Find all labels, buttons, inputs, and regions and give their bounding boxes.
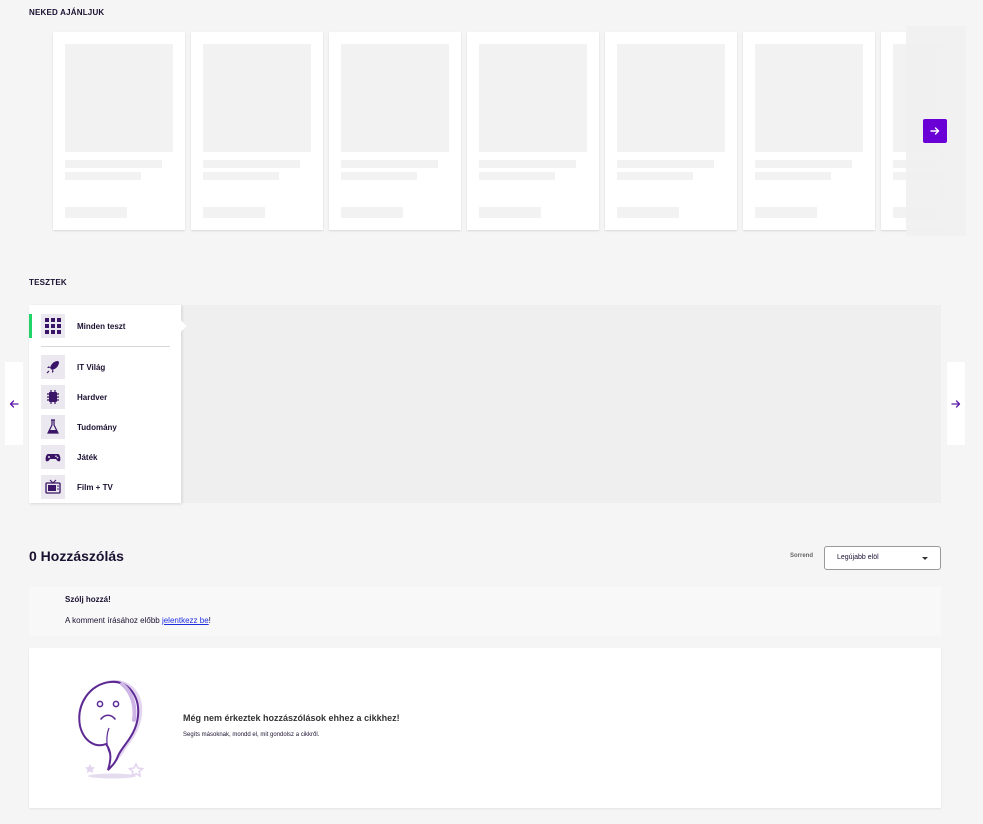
recommendation-card[interactable]	[467, 32, 599, 230]
text-placeholder	[617, 172, 693, 180]
quiz-category-hardver[interactable]: Hardver	[41, 385, 171, 409]
quiz-category-label: Minden teszt	[77, 321, 126, 331]
image-placeholder	[203, 44, 311, 152]
text-placeholder	[617, 160, 714, 168]
gamepad-icon	[41, 445, 65, 469]
tv-icon	[41, 475, 65, 499]
sort-selected-value: Legújabb elöl	[837, 554, 879, 561]
recommendation-card[interactable]	[191, 32, 323, 230]
quiz-category-it-vilag[interactable]: IT Világ	[41, 355, 171, 379]
text-placeholder	[65, 172, 141, 180]
image-placeholder	[65, 44, 173, 152]
text-placeholder	[755, 207, 817, 218]
text-placeholder	[65, 160, 162, 168]
empty-comments-panel: Még nem érkeztek hozzászólások ehhez a c…	[29, 648, 941, 808]
arrow-left-icon	[9, 399, 19, 408]
quiz-category-all[interactable]: Minden teszt	[41, 314, 171, 338]
sort-label: Sorrend	[790, 553, 814, 559]
comments-count-title: 0 Hozzászólás	[29, 548, 124, 564]
image-placeholder	[479, 44, 587, 152]
text-placeholder	[65, 207, 127, 218]
quiz-category-menu: Minden teszt IT Világ Hardver Tudomány J…	[29, 305, 187, 503]
flask-icon	[41, 415, 65, 439]
quiz-next-button[interactable]	[947, 362, 965, 445]
recommendations-title: NEKED AJÁNLJUK	[29, 8, 105, 17]
quiz-category-label: Film + TV	[77, 482, 113, 492]
rocket-icon	[41, 355, 65, 379]
image-placeholder	[617, 44, 725, 152]
chip-icon	[41, 385, 65, 409]
prompt-text-before: A komment írásához előbb	[65, 616, 162, 625]
image-placeholder	[341, 44, 449, 152]
text-placeholder	[341, 207, 403, 218]
arrow-right-icon	[930, 127, 940, 135]
image-placeholder	[755, 44, 863, 152]
empty-comments-title: Még nem érkeztek hozzászólások ehhez a c…	[183, 713, 400, 723]
text-placeholder	[479, 160, 576, 168]
menu-divider	[41, 346, 170, 347]
quiz-prev-button[interactable]	[5, 362, 23, 445]
grid-icon	[41, 314, 65, 338]
text-placeholder	[341, 172, 417, 180]
quiz-category-label: Tudomány	[77, 422, 117, 432]
prompt-text: A komment írásához előbb jelentkezz be!	[65, 616, 211, 625]
text-placeholder	[203, 207, 265, 218]
active-indicator	[29, 314, 32, 338]
text-placeholder	[203, 160, 300, 168]
sad-ghost-icon	[78, 680, 145, 779]
recommendation-card[interactable]	[743, 32, 875, 230]
text-placeholder	[479, 207, 541, 218]
prompt-text-after: !	[208, 616, 211, 625]
arrow-right-icon	[951, 399, 961, 408]
text-placeholder	[755, 172, 831, 180]
recommendation-card[interactable]	[605, 32, 737, 230]
prompt-title: Szólj hozzá!	[65, 595, 111, 604]
quiz-category-label: IT Világ	[77, 362, 106, 372]
comment-login-prompt: Szólj hozzá! A komment írásához előbb je…	[29, 587, 941, 636]
quiz-category-film-tv[interactable]: Film + TV	[41, 475, 171, 499]
text-placeholder	[479, 172, 555, 180]
quiz-category-jatek[interactable]: Játék	[41, 445, 171, 469]
empty-comments-subtitle: Segíts másoknak, mondd el, mit gondolsz …	[183, 732, 320, 738]
quiz-category-label: Játék	[77, 452, 98, 462]
quizzes-title: TESZTEK	[29, 278, 67, 287]
quiz-category-label: Hardver	[77, 392, 108, 402]
caret-down-icon	[922, 557, 928, 560]
sort-dropdown[interactable]: Legújabb elöl	[824, 546, 941, 570]
text-placeholder	[203, 172, 279, 180]
text-placeholder	[341, 160, 438, 168]
login-link[interactable]: jelentkezz be	[162, 616, 209, 625]
text-placeholder	[617, 207, 679, 218]
text-placeholder	[755, 160, 852, 168]
quiz-category-tudomany[interactable]: Tudomány	[41, 415, 171, 439]
carousel-next-button[interactable]	[923, 119, 947, 143]
recommendation-card[interactable]	[53, 32, 185, 230]
recommendation-card[interactable]	[329, 32, 461, 230]
